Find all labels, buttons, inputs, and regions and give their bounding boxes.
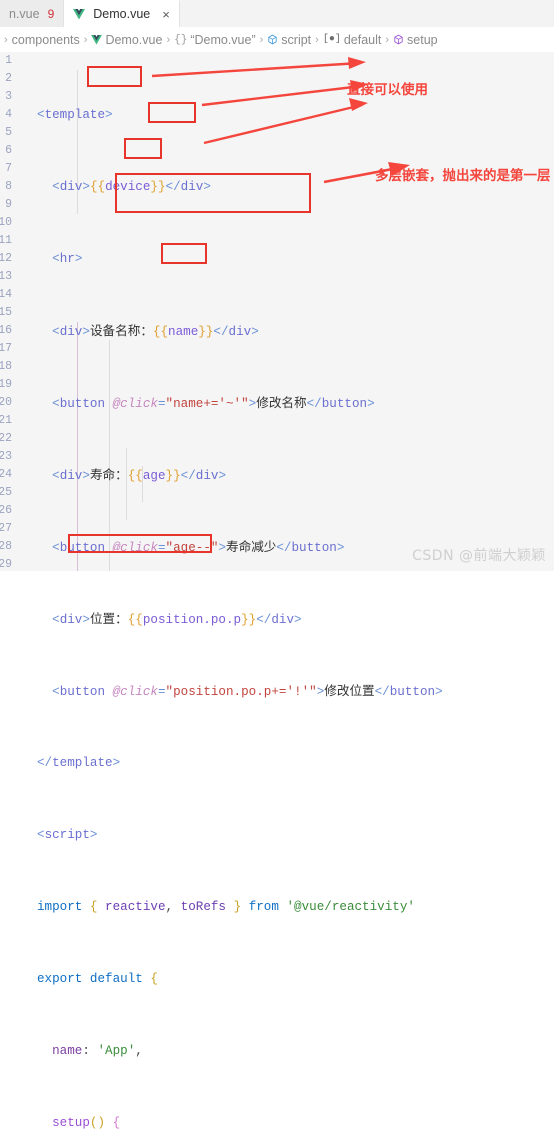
code-line: <button @click="name+='~'">修改名称</button> bbox=[52, 395, 375, 411]
line-number: 3 bbox=[5, 90, 12, 103]
line-number-gutter: 1 2 3 4 5 6 7 8 9 10 11 12 13 14 15 16 1… bbox=[0, 52, 13, 571]
code-editor[interactable]: 1 2 3 4 5 6 7 8 9 10 11 12 13 14 15 16 1… bbox=[0, 52, 554, 1130]
breadcrumb-separator: › bbox=[315, 33, 319, 46]
code-line: name: 'App', bbox=[52, 1044, 143, 1058]
line-number: 21 bbox=[0, 414, 12, 427]
line-number: 5 bbox=[5, 126, 12, 139]
tab-label: Demo.vue bbox=[93, 7, 151, 21]
vue-icon bbox=[91, 34, 103, 45]
code-line: <button @click="position.po.p+='!'">修改位置… bbox=[52, 683, 443, 699]
line-number: 15 bbox=[0, 306, 12, 319]
code-line: setup() { bbox=[52, 1116, 121, 1130]
code-line: <div>寿命：{{age}}</div> bbox=[52, 467, 227, 483]
breadcrumb-label: default bbox=[343, 32, 382, 47]
line-number: 6 bbox=[5, 144, 12, 157]
breadcrumb-separator: › bbox=[259, 33, 264, 46]
line-number: 16 bbox=[0, 324, 12, 337]
line-number: 13 bbox=[0, 270, 12, 283]
line-number: 20 bbox=[0, 396, 12, 409]
line-number: 19 bbox=[0, 378, 12, 391]
watermark: CSDN @前端大颖颖 bbox=[412, 548, 546, 564]
vue-icon bbox=[73, 8, 86, 20]
line-number: 23 bbox=[0, 450, 12, 463]
breadcrumb-separator: › bbox=[83, 33, 88, 46]
code-line: <script> bbox=[37, 828, 98, 842]
line-number: 1 bbox=[5, 54, 12, 67]
line-number: 14 bbox=[0, 288, 12, 301]
tab-error-count: 9 bbox=[47, 6, 55, 21]
line-number: 11 bbox=[0, 234, 12, 247]
breadcrumb-item-demo-vue-symbol[interactable]: {} “Demo.vue” bbox=[174, 33, 256, 47]
breadcrumb-label: “Demo.vue” bbox=[190, 32, 256, 47]
code-line: <template> bbox=[37, 108, 113, 122]
line-number: 22 bbox=[0, 432, 12, 445]
breadcrumb-item-script[interactable]: script bbox=[267, 33, 311, 47]
line-number: 10 bbox=[0, 216, 12, 229]
annotation-note-1: 直接可以使用 bbox=[347, 82, 428, 98]
breadcrumb-label: Demo.vue bbox=[105, 32, 163, 47]
line-number: 26 bbox=[0, 504, 12, 517]
line-number: 8 bbox=[5, 180, 12, 193]
breadcrumb-label: script bbox=[281, 32, 312, 47]
line-number: 18 bbox=[0, 360, 12, 373]
line-number: 28 bbox=[0, 540, 12, 553]
line-number: 2 bbox=[5, 72, 12, 85]
code-line: export default { bbox=[37, 972, 158, 986]
tab-n-vue[interactable]: n.vue 9 bbox=[0, 0, 65, 27]
line-number: 7 bbox=[5, 162, 12, 175]
line-number: 12 bbox=[0, 252, 12, 265]
breadcrumb-label: setup bbox=[407, 32, 438, 47]
breadcrumb-separator: › bbox=[166, 33, 171, 46]
editor-tab-bar: n.vue 9 Demo.vue × bbox=[0, 0, 554, 28]
breadcrumb-separator: › bbox=[385, 33, 390, 46]
code-line: <hr> bbox=[52, 252, 83, 266]
line-number: 29 bbox=[0, 558, 12, 571]
breadcrumb-separator: › bbox=[4, 33, 8, 46]
code-line: import { reactive, toRefs } from '@vue/r… bbox=[37, 900, 415, 914]
export-default-icon: [●] bbox=[322, 34, 341, 45]
line-number: 9 bbox=[5, 198, 12, 211]
breadcrumb-item-default[interactable]: [●] default bbox=[323, 33, 382, 47]
code-content[interactable]: <template> <div>{{device}}</div> <hr> <d… bbox=[13, 52, 554, 1142]
breadcrumb-label: components bbox=[11, 32, 80, 47]
breadcrumb-item-components[interactable]: components bbox=[12, 33, 80, 47]
line-number: 24 bbox=[0, 468, 12, 481]
code-line: <div>设备名称：{{name}}</div> bbox=[52, 323, 259, 339]
tab-label: n.vue bbox=[9, 6, 40, 21]
cube-blue-icon bbox=[267, 34, 278, 45]
tab-demo-vue[interactable]: Demo.vue × bbox=[64, 0, 180, 27]
breadcrumb-item-setup[interactable]: setup bbox=[393, 33, 438, 47]
breadcrumb: › components › Demo.vue › {} “Demo.vue” … bbox=[0, 27, 554, 52]
code-line: <div>位置：{{position.po.p}}</div> bbox=[52, 611, 302, 627]
line-number: 27 bbox=[0, 522, 12, 535]
cube-purple-icon bbox=[393, 34, 404, 45]
line-number: 17 bbox=[0, 342, 12, 355]
code-line: </template> bbox=[37, 756, 121, 770]
annotation-note-2: 多层嵌套，抛出来的是第一层 bbox=[375, 168, 551, 184]
line-number: 4 bbox=[5, 108, 12, 121]
line-number: 25 bbox=[0, 486, 12, 499]
close-icon[interactable]: × bbox=[162, 7, 170, 22]
breadcrumb-item-demo-vue[interactable]: Demo.vue bbox=[91, 33, 162, 47]
braces-icon: {} bbox=[174, 33, 188, 46]
